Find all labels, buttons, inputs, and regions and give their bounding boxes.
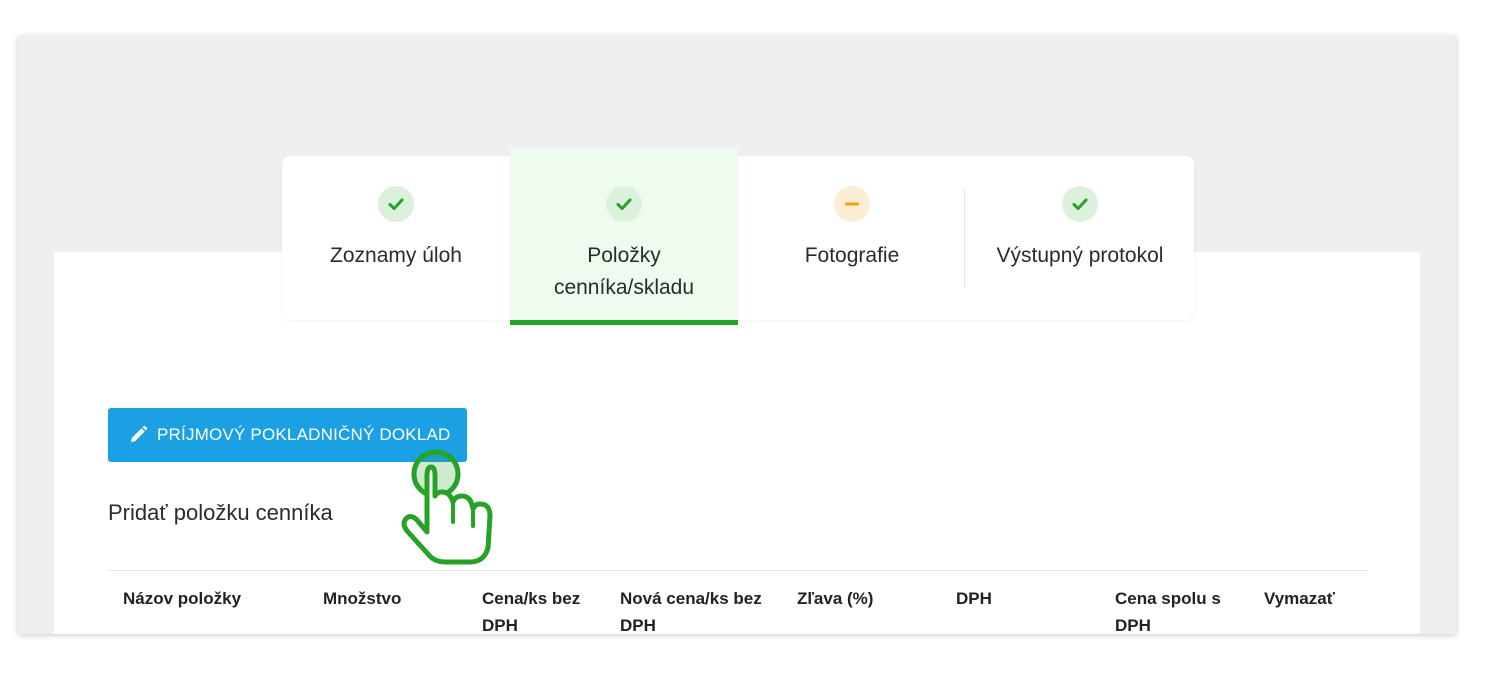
- column-header-quantity: Množstvo: [323, 589, 402, 608]
- step-output-protocol[interactable]: Výstupný protokol: [966, 156, 1194, 320]
- step-photos[interactable]: Fotografie: [738, 156, 966, 320]
- step-divider: [964, 188, 965, 288]
- receipt-button[interactable]: PRÍJMOVÝ POKLADNIČNÝ DOKLAD: [108, 408, 467, 462]
- column-header-total-price: Cena spolu s DPH: [1115, 589, 1221, 634]
- pencil-icon: [131, 425, 148, 442]
- app-frame: Zoznamy úloh Položky cenníka/skladu Foto…: [18, 36, 1456, 634]
- table-header: Názov položky Množstvo Cena/ks bez DPH N…: [108, 570, 1368, 634]
- check-icon: [606, 186, 642, 222]
- minus-icon: [834, 186, 870, 222]
- column-header-new-unit-price: Nová cena/ks bez DPH: [620, 589, 762, 634]
- section-title: Pridať položku cenníka: [108, 500, 333, 525]
- progress-stepper: Zoznamy úloh Položky cenníka/skladu Foto…: [282, 148, 1194, 325]
- column-header-vat: DPH: [956, 589, 992, 608]
- column-header-delete: Vymazať: [1264, 589, 1335, 608]
- step-label: Fotografie: [804, 244, 900, 267]
- step-label: Zoznamy úloh: [330, 244, 462, 267]
- step-label: Výstupný protokol: [996, 244, 1164, 267]
- column-header-name: Názov položky: [123, 589, 242, 608]
- step-task-lists[interactable]: Zoznamy úloh: [282, 156, 510, 320]
- column-header-unit-price: Cena/ks bez DPH: [482, 589, 581, 634]
- check-icon: [1062, 186, 1098, 222]
- receipt-button-label: PRÍJMOVÝ POKLADNIČNÝ DOKLAD: [157, 425, 451, 444]
- step-label: Položky cenníka/skladu: [553, 244, 695, 299]
- column-header-discount: Zľava (%): [797, 589, 874, 608]
- step-price-items[interactable]: Položky cenníka/skladu: [510, 148, 738, 325]
- check-icon: [378, 186, 414, 222]
